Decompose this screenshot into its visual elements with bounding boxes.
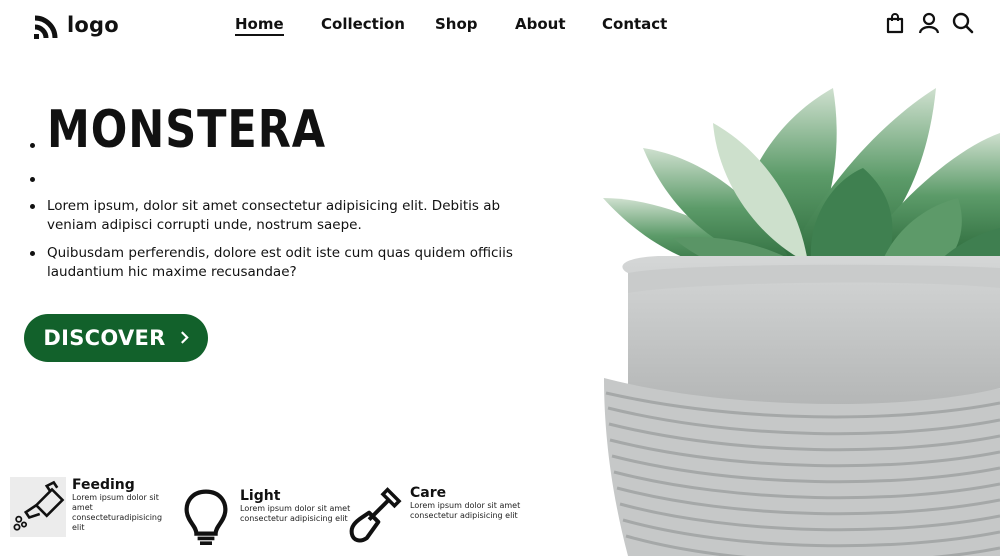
nav-collection[interactable]: Collection [321,15,405,33]
main-nav: Home Collection Shop About Contact [0,15,1000,37]
header-actions [884,12,974,34]
nav-contact[interactable]: Contact [602,15,667,33]
shopping-bag-icon[interactable] [884,12,906,34]
discover-button-label: DISCOVER [43,326,166,350]
hero-list: MONSTERA Lorem ipsum, dolor sit amet con… [29,98,569,282]
feature-description: Lorem ipsum dolor sit amet consectetur a… [240,504,351,523]
nav-home[interactable]: Home [235,15,284,36]
hero-title: MONSTERA [47,100,327,160]
user-icon[interactable] [918,12,940,34]
nav-shop[interactable]: Shop [435,15,478,33]
hero-paragraph-2: Quibusdam perferendis, dolore est odit i… [29,244,547,282]
feature-title: Light [240,488,281,504]
feature-title: Feeding [72,477,135,493]
potted-succulent-image [603,88,1000,556]
feature-description: Lorem ipsum dolor sit amet consecteturad… [72,493,163,532]
discover-button[interactable]: DISCOVER [24,314,208,362]
feature-title: Care [410,485,447,501]
chevron-right-icon [180,328,189,349]
feature-description: Lorem ipsum dolor sit amet consectetur a… [410,501,521,520]
lightbulb-icon [184,489,228,545]
feature-feeding: Feeding Lorem ipsum dolor sit amet conse… [10,477,164,537]
feature-light: Light Lorem ipsum dolor sit amet consect… [178,488,360,548]
feature-care: Care Lorem ipsum dolor sit amet consecte… [348,485,530,545]
hero-paragraph-1: Lorem ipsum, dolor sit amet consectetur … [29,197,547,235]
shovel-icon [349,487,402,543]
hero-section: MONSTERA Lorem ipsum, dolor sit amet con… [29,98,569,291]
watering-can-icon [10,477,66,537]
hero-empty-bullet [29,162,569,197]
hero-title-item: MONSTERA [29,98,569,162]
search-icon[interactable] [952,12,974,34]
nav-about[interactable]: About [515,15,566,33]
